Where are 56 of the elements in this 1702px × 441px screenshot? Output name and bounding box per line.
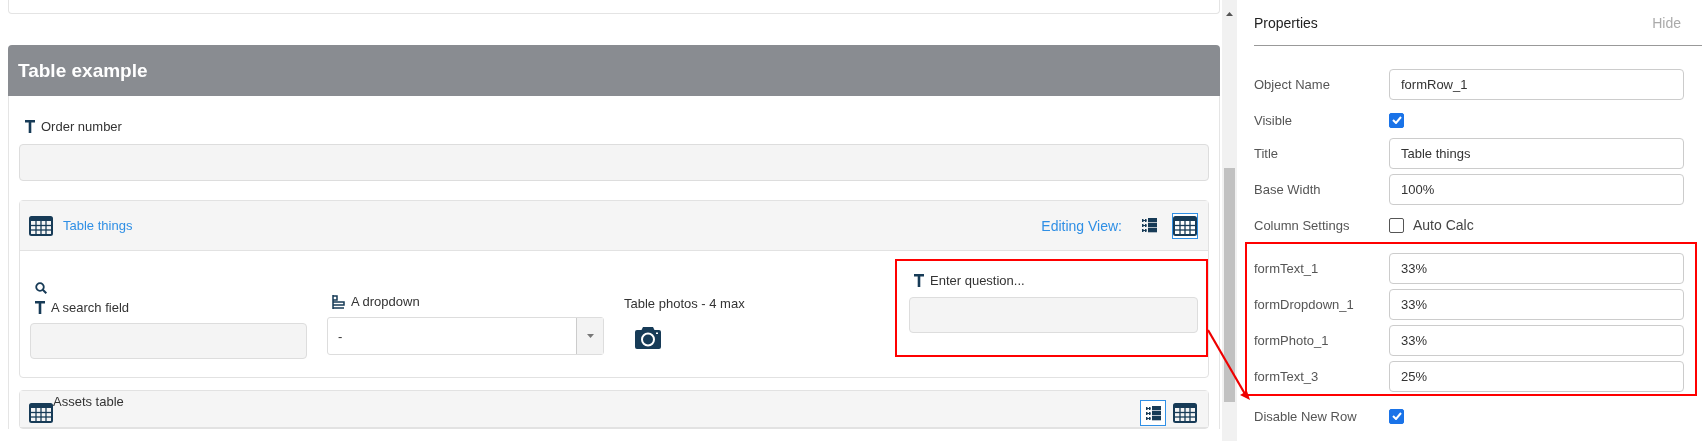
table-icon [29, 215, 53, 236]
text-icon [25, 119, 35, 133]
input-field[interactable]: 33% [1389, 289, 1684, 320]
scrollbar-thumb[interactable] [1224, 168, 1235, 402]
property-label: formPhoto_1 [1254, 333, 1330, 348]
table-title: Assets table [53, 394, 124, 409]
input-field[interactable] [909, 297, 1198, 333]
list-icon [1141, 218, 1157, 233]
checkbox-label: Auto Calc [1413, 217, 1474, 233]
check-icon [1391, 412, 1402, 420]
field-label: Table photos - 4 max [624, 296, 746, 311]
input-field[interactable]: 33% [1389, 253, 1684, 284]
checkbox[interactable] [1389, 112, 1404, 128]
input-field[interactable]: formRow_1 [1389, 69, 1684, 100]
section-title: Table example [18, 59, 148, 82]
field-label: A dropdown [351, 294, 420, 309]
search-icon [35, 282, 47, 294]
editing-view-label: Editing View: [1041, 217, 1122, 234]
property-label: Title [1254, 146, 1280, 161]
property-label: Disable New Row [1254, 408, 1358, 424]
panel-title: Properties [1254, 14, 1318, 31]
view-button[interactable] [1140, 400, 1166, 426]
input-field[interactable] [30, 323, 307, 359]
property-label: Visible [1254, 112, 1294, 128]
scrollbar[interactable] [1222, 0, 1237, 441]
property-label: Object Name [1254, 77, 1331, 92]
caret-icon [586, 334, 594, 338]
field-label: Enter question... [930, 273, 1025, 288]
property-label: Base Width [1254, 182, 1322, 197]
input-field[interactable]: 25% [1389, 361, 1684, 392]
field-label: Order number [41, 118, 122, 134]
scroll-up-icon [1226, 12, 1233, 16]
dropdown[interactable]: - [327, 317, 604, 355]
input-field[interactable]: 100% [1389, 174, 1684, 205]
input-field[interactable] [19, 144, 1209, 181]
check-icon [1391, 116, 1402, 124]
checkbox[interactable] [1389, 408, 1404, 424]
camera-icon [635, 327, 661, 349]
input-field[interactable]: 33% [1389, 325, 1684, 356]
text-icon [914, 274, 924, 287]
table-icon [1173, 215, 1197, 236]
property-label: Column Settings [1254, 217, 1351, 233]
property-label: formText_1 [1254, 261, 1320, 276]
view-button[interactable] [1172, 212, 1198, 239]
list-icon [1145, 405, 1161, 421]
property-label: formDropdown_1 [1254, 297, 1355, 312]
table-icon [1173, 403, 1197, 423]
checkbox[interactable] [1389, 217, 1404, 233]
dropdown-icon [332, 294, 345, 309]
table-icon [29, 403, 53, 423]
field-label: A search field [51, 300, 130, 315]
input-field[interactable]: Table things [1389, 138, 1684, 169]
view-button[interactable] [1172, 400, 1198, 426]
text-icon [35, 301, 45, 314]
property-label: formText_3 [1254, 369, 1320, 384]
table-title: Table things [63, 218, 133, 233]
